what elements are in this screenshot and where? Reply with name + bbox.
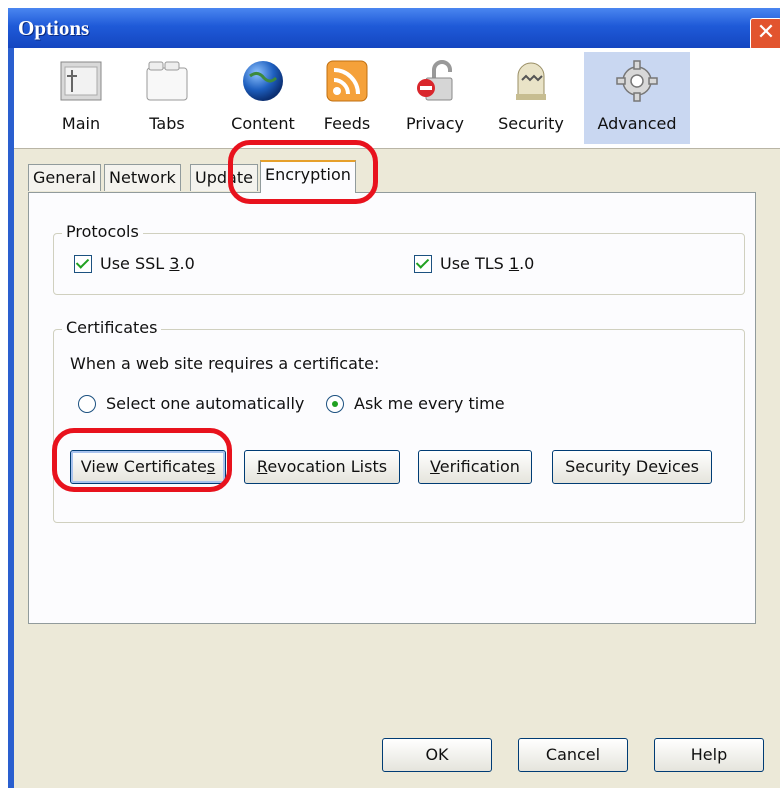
- privacy-lock-icon: [417, 60, 453, 101]
- main-icon: [60, 61, 102, 101]
- encryption-panel: Protocols Use SSL 3.0 Use TLS 1.0 Certif…: [28, 192, 756, 624]
- tls-checkbox[interactable]: [414, 254, 432, 273]
- ssl-checkbox[interactable]: [74, 254, 92, 273]
- close-button[interactable]: ✕: [750, 18, 780, 50]
- window-title: Options: [18, 16, 90, 40]
- protocols-group: Protocols Use SSL 3.0 Use TLS 1.0: [53, 222, 745, 295]
- ssl-label: Use SSL 3.0: [100, 254, 195, 273]
- radio-auto-row[interactable]: Select one automatically: [78, 394, 304, 413]
- radio-auto-label: Select one automatically: [106, 394, 305, 413]
- tab-label: Update: [195, 168, 253, 187]
- revocation-lists-button[interactable]: Revocation Lists: [244, 450, 400, 484]
- pane-tabs[interactable]: Tabs: [124, 52, 210, 144]
- tab-label: Encryption: [265, 165, 351, 184]
- help-button[interactable]: Help: [654, 738, 764, 772]
- certificates-legend: Certificates: [62, 318, 162, 337]
- options-window: Options ✕ Main Tabs Content Feeds Privac…: [8, 8, 780, 788]
- tab-encryption[interactable]: Encryption: [260, 160, 356, 193]
- tab-general[interactable]: General: [28, 164, 102, 191]
- pane-label: Feeds: [323, 114, 371, 133]
- tab-update[interactable]: Update: [190, 164, 258, 191]
- cancel-button[interactable]: Cancel: [518, 738, 628, 772]
- pane-label: Privacy: [406, 114, 464, 133]
- security-icon: [516, 62, 546, 100]
- pane-label: Security: [498, 114, 564, 133]
- radio-ask-label: Ask me every time: [354, 394, 505, 413]
- pane-advanced[interactable]: Advanced: [584, 52, 690, 144]
- tls-checkbox-row[interactable]: Use TLS 1.0: [414, 254, 534, 273]
- certificates-group: Certificates When a web site requires a …: [53, 318, 745, 523]
- pane-security[interactable]: Security: [488, 52, 574, 144]
- tabs-icon: [146, 61, 188, 101]
- pane-toolbar: Main Tabs Content Feeds Privacy Security…: [14, 48, 780, 149]
- security-devices-button[interactable]: Security Devices: [552, 450, 712, 484]
- pane-main[interactable]: Main: [38, 52, 124, 144]
- certificate-prompt: When a web site requires a certificate:: [70, 354, 380, 373]
- rss-icon: [326, 60, 368, 102]
- pane-content[interactable]: Content: [220, 52, 306, 144]
- gear-icon: [616, 60, 658, 102]
- pane-feeds[interactable]: Feeds: [304, 52, 390, 144]
- view-certificates-button[interactable]: View Certificates: [70, 450, 226, 484]
- radio-select-automatically[interactable]: [78, 394, 96, 413]
- tab-network[interactable]: Network: [104, 164, 181, 191]
- title-bar[interactable]: Options ✕: [8, 8, 780, 50]
- protocols-legend: Protocols: [62, 222, 143, 241]
- pane-label: Content: [231, 114, 295, 133]
- pane-label: Main: [61, 114, 101, 133]
- tab-label: General: [33, 168, 97, 187]
- tab-label: Network: [109, 168, 176, 187]
- radio-ask-every-time[interactable]: [326, 394, 344, 413]
- pane-privacy[interactable]: Privacy: [392, 52, 478, 144]
- ok-button[interactable]: OK: [382, 738, 492, 772]
- close-icon: ✕: [756, 20, 776, 45]
- verification-button[interactable]: Verification: [418, 450, 532, 484]
- pane-label: Advanced: [597, 114, 677, 133]
- ssl-checkbox-row[interactable]: Use SSL 3.0: [74, 254, 195, 273]
- tls-label: Use TLS 1.0: [440, 254, 535, 273]
- pane-label: Tabs: [149, 114, 185, 133]
- dialog-client: Main Tabs Content Feeds Privacy Security…: [14, 48, 780, 788]
- radio-ask-row[interactable]: Ask me every time: [326, 394, 505, 413]
- globe-icon: [243, 61, 283, 101]
